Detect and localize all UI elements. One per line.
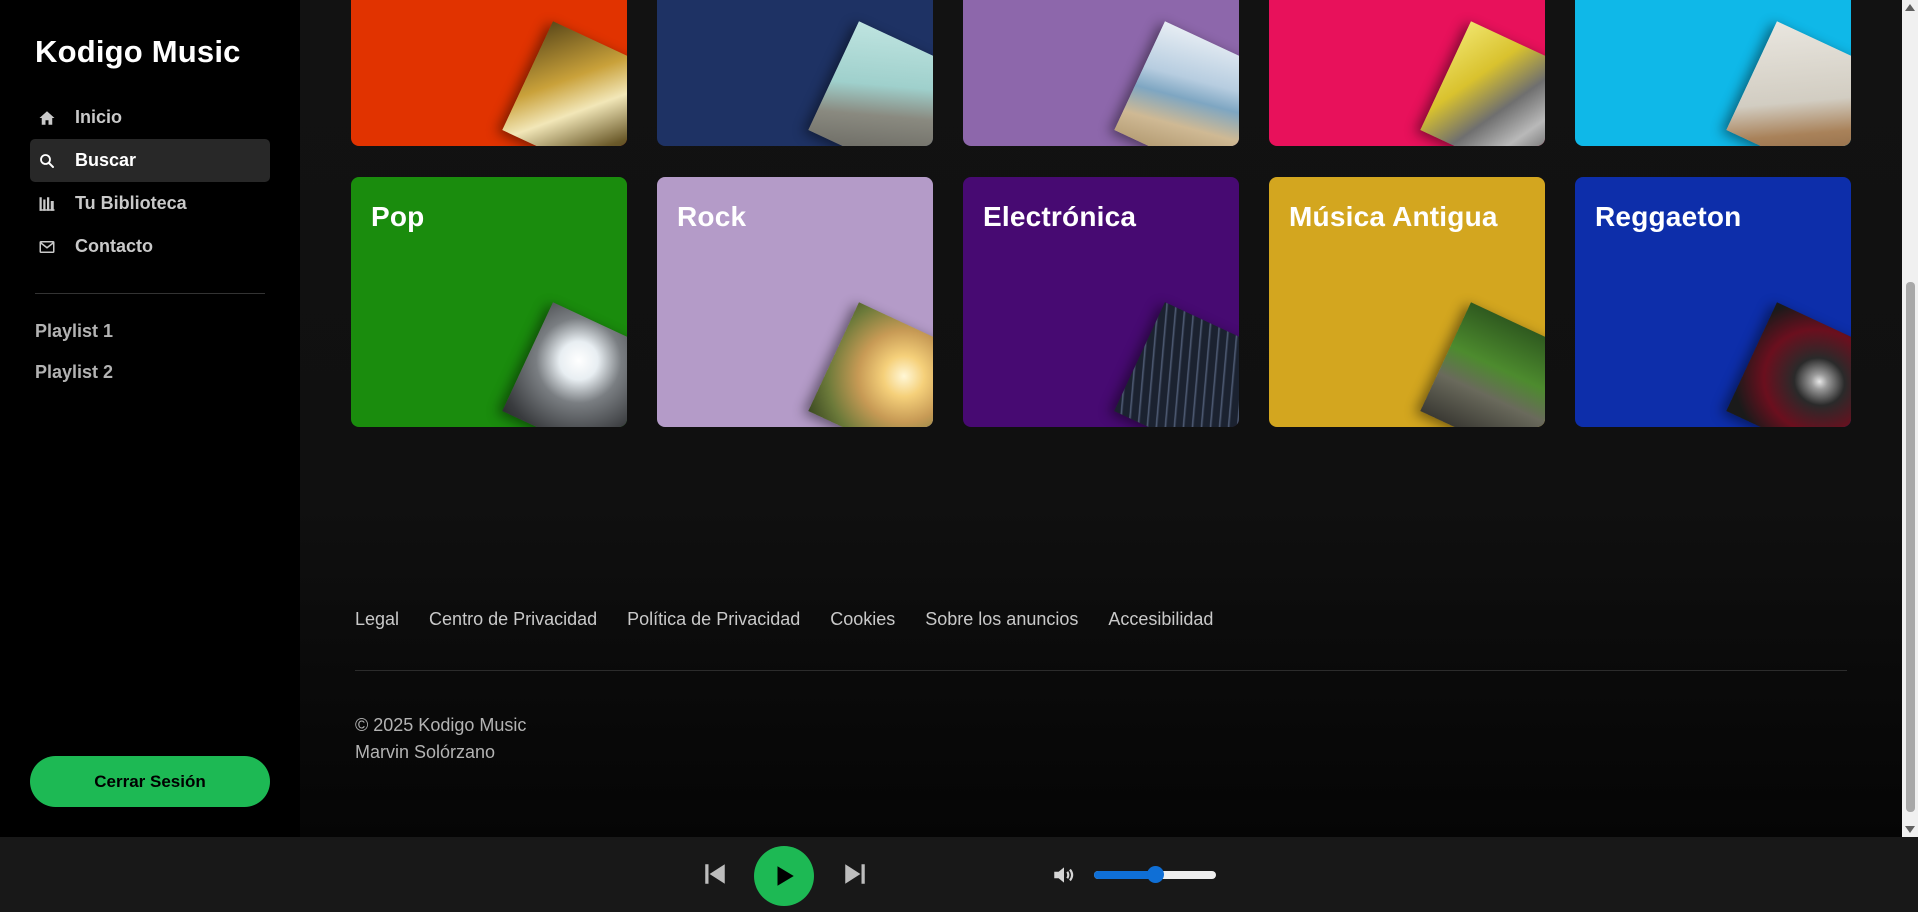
search-icon xyxy=(35,149,59,173)
sidebar-item-label: Tu Biblioteca xyxy=(75,193,187,213)
genre-cover-image xyxy=(1420,302,1545,427)
genre-cover-image xyxy=(1726,21,1851,146)
author-text: Marvin Solórzano xyxy=(355,742,496,762)
genre-card-pop[interactable]: Pop xyxy=(351,177,627,427)
genre-card[interactable] xyxy=(963,0,1239,146)
playlist-item[interactable]: Playlist 2 xyxy=(35,359,113,400)
genre-card[interactable] xyxy=(1269,0,1545,146)
footer-link-accessibility[interactable]: Accesibilidad xyxy=(1108,609,1213,630)
genre-title: Pop xyxy=(371,201,425,232)
genre-title: Rock xyxy=(677,201,747,232)
sidebar-item-inicio[interactable]: Inicio xyxy=(30,96,270,139)
scroll-up-arrow-icon[interactable] xyxy=(1905,4,1915,11)
volume-slider[interactable] xyxy=(1094,866,1216,883)
footer-copyright: © 2025 Kodigo Music Marvin Solórzano xyxy=(355,712,526,766)
skip-next-icon xyxy=(845,864,865,884)
genre-card-electronica[interactable]: Electrónica xyxy=(963,177,1239,427)
footer-link-cookies[interactable]: Cookies xyxy=(830,609,895,630)
genre-title: Reggaeton xyxy=(1595,201,1742,232)
volume-button[interactable] xyxy=(1050,861,1078,889)
genre-card[interactable] xyxy=(657,0,933,146)
main-content: Pop Rock Electrónica Música Antigua Regg… xyxy=(300,0,1902,837)
copyright-text: © 2025 Kodigo Music xyxy=(355,715,527,735)
footer-link-legal[interactable]: Legal xyxy=(355,609,399,630)
sidebar-item-biblioteca[interactable]: Tu Biblioteca xyxy=(30,182,270,225)
sidebar-item-label: Inicio xyxy=(75,107,123,127)
player-bar xyxy=(0,837,1918,912)
genre-title: Electrónica xyxy=(983,201,1137,232)
scroll-down-arrow-icon[interactable] xyxy=(1905,826,1915,833)
sidebar-nav: Inicio Buscar Tu Biblioteca Contacto xyxy=(30,96,270,268)
logout-button[interactable]: Cerrar Sesión xyxy=(30,756,270,807)
genre-card[interactable] xyxy=(351,0,627,146)
next-track-button[interactable] xyxy=(840,859,870,889)
genre-cover-image xyxy=(808,21,933,146)
playlist-list: Playlist 1 Playlist 2 xyxy=(35,318,113,400)
sidebar-item-label: Contacto xyxy=(75,236,153,256)
volume-thumb[interactable] xyxy=(1147,866,1164,883)
genre-title: Música Antigua xyxy=(1289,201,1498,232)
play-button[interactable] xyxy=(754,846,814,906)
volume-fill xyxy=(1094,871,1155,879)
genre-cover-image xyxy=(808,302,933,427)
library-icon xyxy=(35,192,59,216)
genre-cover-image xyxy=(1726,302,1851,427)
footer-links: Legal Centro de Privacidad Política de P… xyxy=(355,609,1243,630)
brand-title: Kodigo Music xyxy=(35,34,241,69)
volume-icon xyxy=(1054,867,1074,883)
footer-divider xyxy=(355,670,1847,671)
genre-cover-image xyxy=(1420,21,1545,146)
genre-card[interactable] xyxy=(1575,0,1851,146)
page-scrollbar[interactable] xyxy=(1902,0,1918,837)
genre-cover-image xyxy=(1114,302,1239,427)
genre-cover-image xyxy=(1114,21,1239,146)
play-icon xyxy=(777,866,794,886)
sidebar-item-label: Buscar xyxy=(75,150,137,170)
footer-link-ads[interactable]: Sobre los anuncios xyxy=(925,609,1078,630)
footer-link-privacy-center[interactable]: Centro de Privacidad xyxy=(429,609,597,630)
skip-previous-icon xyxy=(705,864,725,884)
genre-card-reggaeton[interactable]: Reggaeton xyxy=(1575,177,1851,427)
sidebar-item-contacto[interactable]: Contacto xyxy=(30,225,270,268)
sidebar-divider xyxy=(35,293,265,294)
mail-icon xyxy=(35,235,59,259)
previous-track-button[interactable] xyxy=(700,859,730,889)
genre-cover-image xyxy=(502,21,627,146)
app: Kodigo Music Inicio Buscar Tu Biblioteca xyxy=(0,0,1918,912)
sidebar-item-buscar[interactable]: Buscar xyxy=(30,139,270,182)
genre-card-rock[interactable]: Rock xyxy=(657,177,933,427)
home-icon xyxy=(35,106,59,130)
footer-link-privacy-policy[interactable]: Política de Privacidad xyxy=(627,609,800,630)
genre-cover-image xyxy=(502,302,627,427)
playlist-item[interactable]: Playlist 1 xyxy=(35,318,113,359)
genre-card-musica-antigua[interactable]: Música Antigua xyxy=(1269,177,1545,427)
sidebar: Kodigo Music Inicio Buscar Tu Biblioteca xyxy=(0,0,300,837)
scroll-thumb[interactable] xyxy=(1906,282,1915,812)
